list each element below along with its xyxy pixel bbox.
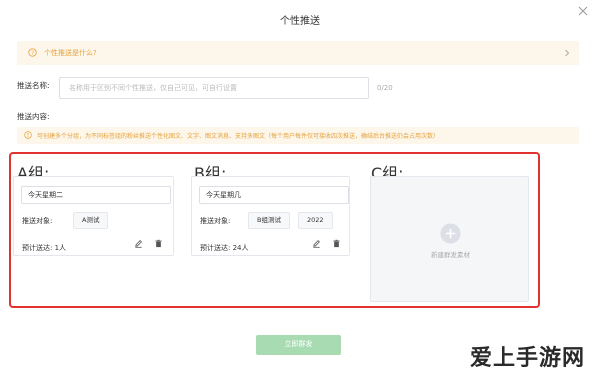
- svg-text:?: ?: [31, 51, 34, 57]
- group-a-target-label: 推送对象:: [22, 217, 53, 225]
- group-a-estimate: 预计送达: 1人: [22, 244, 67, 252]
- plus-circle-icon[interactable]: [440, 223, 461, 244]
- warning-text: 可创建多个分组，为不同标签组的粉丝推送个性化图文、文字、图文消息、支持多图文（每…: [37, 133, 440, 140]
- close-icon[interactable]: [576, 4, 590, 18]
- group-a-post-title[interactable]: 今天星期二: [21, 186, 171, 204]
- edit-icon[interactable]: [134, 239, 143, 248]
- new-material-label: 新建群发素材: [431, 251, 470, 259]
- trash-icon[interactable]: [154, 239, 163, 248]
- push-name-label: 推送名称:: [17, 81, 50, 90]
- group-b-target-label: 推送对象:: [200, 217, 231, 225]
- watermark-logo: 爱上手游网: [470, 346, 586, 371]
- group-b-tag-1: B组测试: [248, 212, 290, 229]
- group-b-estimate: 预计送达: 24人: [200, 244, 249, 252]
- question-circle-icon: ?: [28, 48, 37, 57]
- new-material-card[interactable]: 新建群发素材: [370, 176, 529, 302]
- edit-icon[interactable]: [312, 239, 321, 248]
- group-b-post-title[interactable]: 今天星期几: [199, 186, 349, 204]
- group-a-card[interactable]: 今天星期二 推送对象: A测试 预计送达: 1人: [13, 176, 174, 256]
- push-name-input[interactable]: [59, 77, 369, 99]
- chevron-right-icon: [565, 49, 570, 57]
- send-now-button[interactable]: 立即群发: [256, 335, 341, 355]
- warning-bar: 可创建多个分组，为不同标签组的粉丝推送个性化图文、文字、图文消息、支持多图文（每…: [17, 127, 579, 144]
- push-name-count: 0/20: [377, 84, 393, 92]
- group-b-card[interactable]: 今天星期几 推送对象: B组测试 2022 预计送达: 24人: [191, 176, 350, 256]
- group-a-tag: A测试: [73, 212, 109, 229]
- dialog-title: 个性推送: [280, 16, 320, 27]
- faq-text: 个性推送是什么?: [44, 49, 97, 57]
- faq-bar[interactable]: ? 个性推送是什么?: [17, 41, 579, 65]
- info-circle-icon: [24, 131, 32, 139]
- push-content-label: 推送内容:: [17, 112, 50, 121]
- trash-icon[interactable]: [332, 239, 341, 248]
- group-b-tag-2: 2022: [298, 212, 333, 229]
